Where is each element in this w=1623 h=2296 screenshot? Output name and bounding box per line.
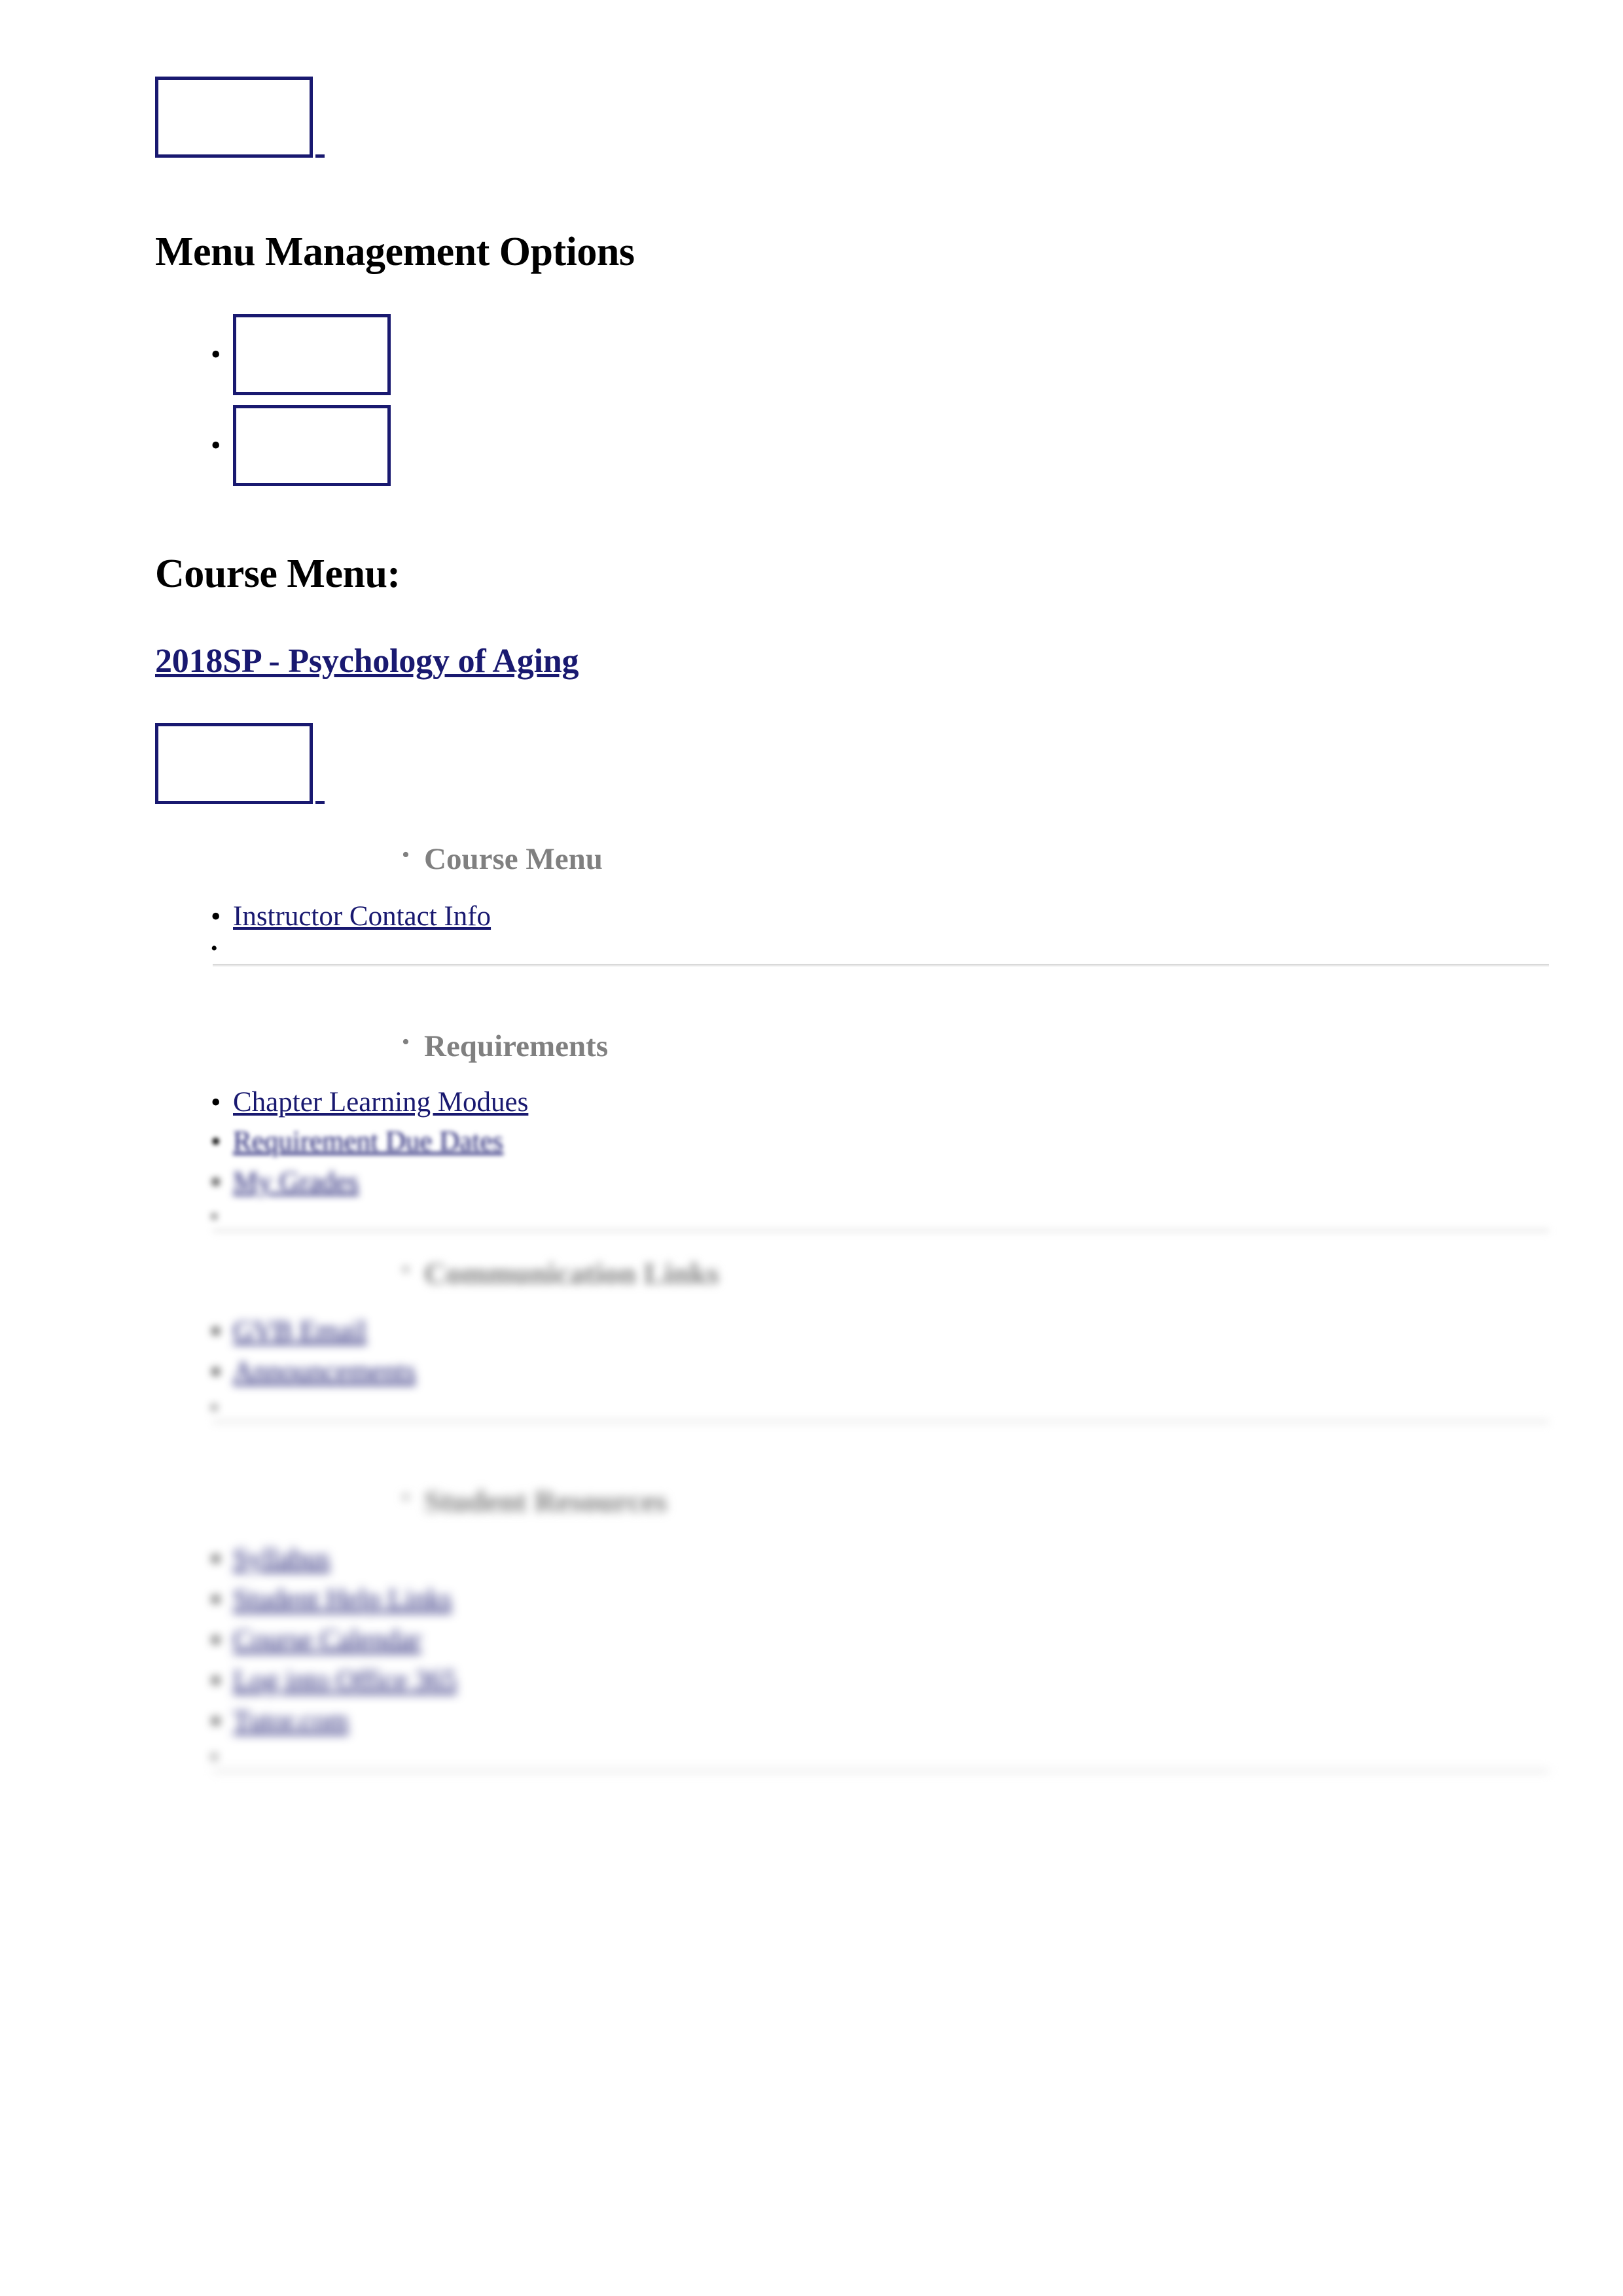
list-bullet-icon: •	[211, 338, 221, 370]
menu-item-instructor-contact-info[interactable]: Instructor Contact Info	[233, 902, 491, 930]
course-banner-empty-link[interactable]	[315, 798, 325, 804]
list-bullet-icon: •	[211, 1086, 221, 1118]
menu-group-title: Communication Links	[424, 1257, 719, 1291]
list-bullet-icon: •	[211, 1665, 221, 1697]
menu-group-title: Requirements	[424, 1029, 609, 1063]
list-bullet-icon: •	[211, 1746, 218, 1768]
menu-group-student-resources: • Student Resources • Syllabus • Student…	[0, 1487, 1623, 1773]
list-item: • Log into Office 365	[211, 1667, 1623, 1707]
menu-item-syllabus[interactable]: Syllabus	[233, 1545, 330, 1573]
menu-group-course-menu: • Course Menu • Instructor Contact Info …	[0, 844, 1623, 966]
list-item: •	[211, 1206, 1623, 1227]
menu-group-divider	[213, 1770, 1549, 1773]
list-bullet-icon: •	[211, 1356, 221, 1388]
menu-option-2-broken-image[interactable]	[233, 405, 391, 486]
top-logo-placeholder-row	[155, 77, 325, 158]
list-bullet-icon: •	[211, 1397, 218, 1419]
page-root: Menu Management Options • • Course Menu:…	[0, 0, 1623, 2296]
menu-group-items: • GVB Email • Announcements •	[211, 1317, 1623, 1419]
list-item: • Course Calendar	[211, 1626, 1623, 1667]
list-item: • Syllabus	[211, 1545, 1623, 1585]
list-bullet-icon: •	[211, 938, 218, 959]
list-bullet-icon: •	[211, 900, 221, 932]
group-bullet-icon: •	[402, 843, 410, 867]
menu-group-title: Student Resources	[424, 1485, 668, 1519]
menu-group-heading-row: • Student Resources	[402, 1487, 1623, 1517]
list-bullet-icon: •	[211, 429, 221, 461]
list-item: • GVB Email	[211, 1317, 1623, 1358]
group-bullet-icon: •	[402, 1258, 410, 1282]
group-bullet-icon: •	[402, 1030, 410, 1054]
list-item: •	[211, 1746, 1623, 1768]
menu-item-course-calendar[interactable]: Course Calendar	[233, 1626, 421, 1654]
list-item: • My Grades	[211, 1168, 1623, 1207]
top-logo-empty-link[interactable]	[315, 152, 325, 158]
list-item: •	[211, 938, 1623, 959]
menu-group-heading-row: • Communication Links	[402, 1259, 1623, 1290]
menu-item-gvb-email[interactable]: GVB Email	[233, 1317, 366, 1345]
list-item: • Instructor Contact Info	[211, 902, 1623, 939]
list-item: • Announcements	[211, 1358, 1623, 1398]
page-title-course-menu: Course Menu:	[155, 552, 401, 596]
menu-group-items: • Chapter Learning Modues • Requirement …	[211, 1088, 1623, 1227]
menu-item-announcements[interactable]: Announcements	[233, 1358, 416, 1386]
menu-group-divider	[213, 964, 1549, 966]
menu-group-heading-row: • Requirements	[402, 1031, 1623, 1062]
menu-group-items: • Syllabus • Student Help Links • Course…	[211, 1545, 1623, 1768]
list-bullet-icon: •	[211, 1705, 221, 1737]
menu-group-title: Course Menu	[424, 842, 603, 876]
page-title-menu-management: Menu Management Options	[155, 230, 635, 274]
list-bullet-icon: •	[211, 1624, 221, 1656]
list-item: • Chapter Learning Modues	[211, 1088, 1623, 1127]
list-bullet-icon: •	[211, 1206, 218, 1227]
list-bullet-icon: •	[211, 1543, 221, 1575]
course-banner-placeholder-row	[155, 723, 325, 804]
list-item: • Requirement Due Dates	[211, 1127, 1623, 1168]
group-bullet-icon: •	[402, 1485, 410, 1510]
course-banner-broken-image[interactable]	[155, 723, 313, 804]
menu-item-log-into-office-365[interactable]: Log into Office 365	[233, 1667, 457, 1695]
menu-group-requirements: • Requirements • Chapter Learning Modues…	[0, 1031, 1623, 1232]
list-item: • Student Help Links	[211, 1585, 1623, 1626]
menu-item-tutor-com[interactable]: Tutor.com	[233, 1707, 348, 1735]
menu-item-my-grades[interactable]: My Grades	[233, 1168, 359, 1196]
list-bullet-icon: •	[211, 1166, 221, 1198]
menu-group-items: • Instructor Contact Info •	[211, 902, 1623, 959]
menu-group-heading-row: • Course Menu	[402, 844, 1623, 875]
menu-item-chapter-learning-modues[interactable]: Chapter Learning Modues	[233, 1088, 528, 1116]
list-item: •	[211, 1397, 1623, 1419]
course-link-2018sp-psychology-of-aging[interactable]: 2018SP - Psychology of Aging	[155, 642, 579, 680]
menu-item-requirement-due-dates[interactable]: Requirement Due Dates	[233, 1127, 503, 1156]
menu-group-divider	[213, 1229, 1549, 1232]
list-bullet-icon: •	[211, 1125, 221, 1157]
menu-group-communication-links: • Communication Links • GVB Email • Anno…	[0, 1259, 1623, 1423]
menu-group-divider	[213, 1421, 1549, 1423]
top-logo-broken-image[interactable]	[155, 77, 313, 158]
menu-item-student-help-links[interactable]: Student Help Links	[233, 1585, 452, 1614]
menu-option-1-broken-image[interactable]	[233, 314, 391, 395]
list-item: • Tutor.com	[211, 1707, 1623, 1748]
menu-management-options-list: • •	[211, 309, 800, 491]
list-bullet-icon: •	[211, 1315, 221, 1347]
list-item: •	[211, 400, 800, 491]
list-bullet-icon: •	[211, 1583, 221, 1616]
list-item: •	[211, 309, 800, 400]
